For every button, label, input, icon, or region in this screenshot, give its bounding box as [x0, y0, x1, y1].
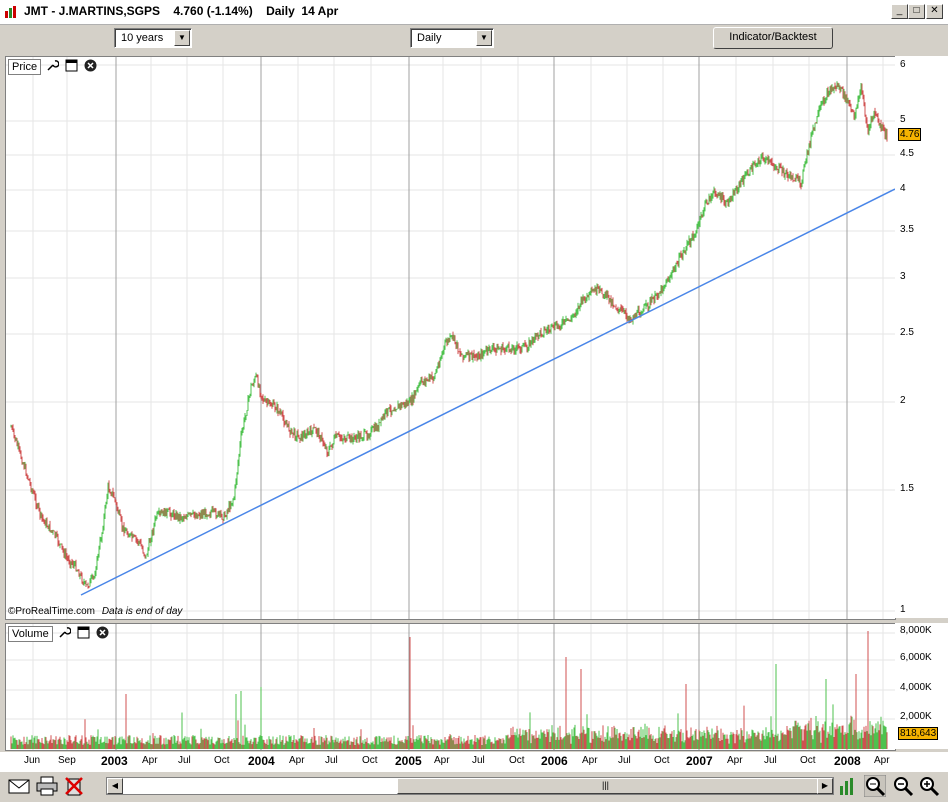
- date-axis: Jun Sep 2003 Apr Jul Oct 2004 Apr Jul Oct 2005 Apr J…: [0, 752, 948, 772]
- close-icon[interactable]: [84, 59, 97, 72]
- price-tick: 4: [900, 183, 906, 194]
- zoom-fit-icon[interactable]: [864, 775, 886, 797]
- period-select[interactable]: 10 years ▼: [114, 28, 192, 48]
- scroll-right-button[interactable]: ▶: [817, 778, 833, 794]
- horizontal-scrollbar[interactable]: ◀ ||| ▶: [106, 777, 834, 795]
- copyright-label: ©ProRealTime.com: [8, 606, 96, 617]
- volume-tick: 8,000K: [900, 625, 932, 636]
- price-panel-label: Price: [8, 59, 42, 75]
- date-tick-label: Oct: [800, 755, 816, 766]
- data-note: Data is end of day: [101, 606, 183, 617]
- price-axis: 6 5 4.5 4 3.5 3 2.5 2 1.5 1 4.76: [895, 56, 948, 618]
- scroll-left-button[interactable]: ◀: [107, 778, 123, 794]
- price-tick: 4.5: [900, 148, 914, 159]
- date-tick-label: 2006: [541, 754, 568, 768]
- window-icon[interactable]: [77, 626, 90, 639]
- current-volume-badge: 818,643: [898, 727, 939, 740]
- indicator-backtest-button[interactable]: Indicator/Backtest: [713, 27, 833, 49]
- date-tick-label: Apr: [142, 755, 158, 766]
- current-price-badge: 4.76: [898, 128, 922, 141]
- date-tick-label: Jun: [24, 755, 41, 766]
- date-tick-label: Apr: [289, 755, 305, 766]
- price-chart-panel[interactable]: Price ©ProRealTime.com Data is end of da…: [5, 56, 896, 620]
- price-tick: 2: [900, 395, 906, 406]
- chevron-down-icon[interactable]: ▼: [476, 30, 492, 46]
- volume-axis: 8,000K 6,000K 4,000K 2,000K 818,643: [895, 623, 948, 749]
- date-tick-label: Jul: [325, 755, 338, 766]
- volume-chart-panel[interactable]: Volume: [5, 623, 896, 751]
- date-tick-label: Jul: [618, 755, 631, 766]
- print-icon[interactable]: [36, 776, 58, 796]
- price-tick: 1.5: [900, 483, 914, 494]
- interval-select-value: Daily: [417, 32, 442, 44]
- volume-panel-tools: [58, 626, 112, 642]
- date-tick-label: Oct: [214, 755, 230, 766]
- date-tick-label: 2003: [101, 754, 128, 768]
- price-tick: 1: [900, 604, 906, 615]
- zoom-out-icon[interactable]: [892, 775, 914, 797]
- chevron-down-icon[interactable]: ▼: [174, 30, 190, 46]
- window-title: JMT - J.MARTINS,SGPS 4.760 (-1.14%) Dail…: [24, 4, 339, 18]
- volume-chart[interactable]: [6, 624, 895, 750]
- date-tick-label: Oct: [362, 755, 378, 766]
- price-tick: 3: [900, 271, 906, 282]
- date-tick-label: Jul: [472, 755, 485, 766]
- date-tick-label: Apr: [874, 755, 890, 766]
- scroll-thumb[interactable]: |||: [397, 778, 823, 794]
- date-tick-label: Sep: [58, 755, 76, 766]
- title-bar: JMT - J.MARTINS,SGPS 4.760 (-1.14%) Dail…: [0, 0, 948, 25]
- price-chart[interactable]: [6, 57, 895, 619]
- volume-panel-label: Volume: [8, 626, 53, 642]
- status-bar: ◀ ||| ▶: [0, 772, 948, 802]
- window-icon[interactable]: [65, 59, 78, 72]
- price-tick: 3.5: [900, 224, 914, 235]
- date-tick-label: Jul: [764, 755, 777, 766]
- volume-tick: 6,000K: [900, 652, 932, 663]
- date-tick-label: 2008: [834, 754, 861, 768]
- close-button[interactable]: ✕: [926, 4, 943, 19]
- chart-icon[interactable]: [838, 776, 856, 796]
- volume-tick: 4,000K: [900, 682, 932, 693]
- date-tick-label: 2005: [395, 754, 422, 768]
- date-tick-label: Jul: [178, 755, 191, 766]
- wrench-icon[interactable]: [58, 626, 71, 639]
- date-tick-label: Apr: [582, 755, 598, 766]
- price-tick: 6: [900, 59, 906, 70]
- wrench-icon[interactable]: [46, 59, 59, 72]
- interval-select[interactable]: Daily ▼: [410, 28, 494, 48]
- toolbar: 10 years ▼ Daily ▼ Indicator/Backtest: [0, 25, 948, 54]
- period-select-value: 10 years: [121, 32, 164, 44]
- date-tick-label: Apr: [434, 755, 450, 766]
- close-icon[interactable]: [96, 626, 109, 639]
- volume-tick: 2,000K: [900, 711, 932, 722]
- mail-icon[interactable]: [8, 777, 30, 795]
- date-tick-label: 2004: [248, 754, 275, 768]
- zoom-in-icon[interactable]: [918, 775, 940, 797]
- date-tick-label: 2007: [686, 754, 713, 768]
- minimize-button[interactable]: _: [891, 4, 908, 19]
- date-tick-label: Oct: [509, 755, 525, 766]
- delete-icon[interactable]: [64, 775, 84, 797]
- price-tick: 5: [900, 114, 906, 125]
- app-chart-icon: [5, 6, 16, 18]
- price-tick: 2.5: [900, 327, 914, 338]
- date-tick-label: Oct: [654, 755, 670, 766]
- maximize-button[interactable]: □: [908, 4, 925, 19]
- copyright-text: ©ProRealTime.com Data is end of day: [8, 606, 182, 617]
- price-panel-tools: [46, 59, 100, 75]
- date-tick-label: Apr: [727, 755, 743, 766]
